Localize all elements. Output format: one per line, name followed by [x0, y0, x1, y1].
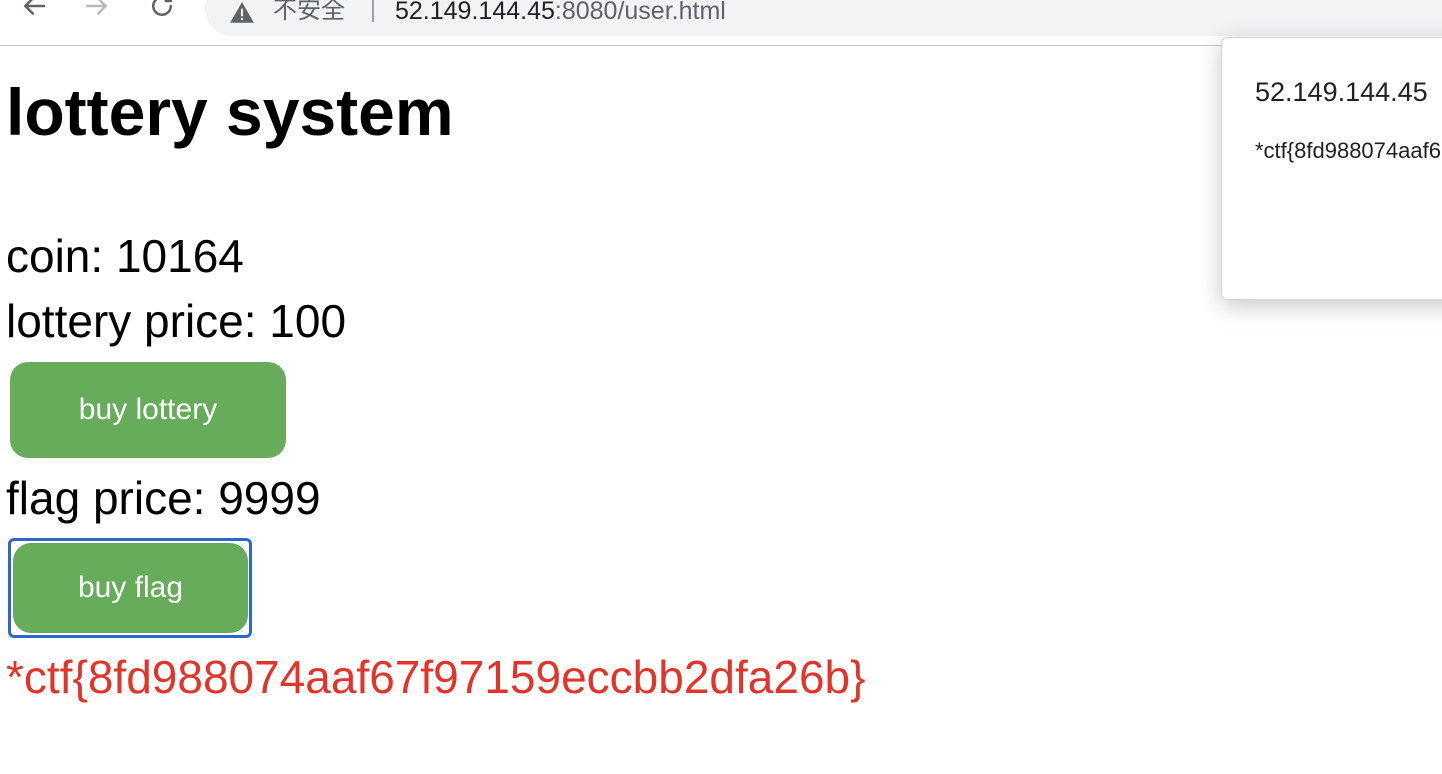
- coin-balance: coin: 10164: [6, 230, 244, 282]
- reload-icon: [152, 0, 172, 16]
- forward-button[interactable]: [77, 0, 117, 26]
- dialog-message: *ctf{8fd988074aaf67f97159eccbb2dfa26b}: [1255, 138, 1442, 163]
- address-bar[interactable]: 不安全 52.149.144.45:8080/user.html: [205, 0, 1442, 36]
- arrow-right-icon: [85, 0, 107, 15]
- back-button[interactable]: [14, 0, 54, 26]
- url-path: :8080/user.html: [554, 0, 726, 25]
- lottery-price: lottery price: 100: [6, 295, 347, 347]
- alert-dialog: 52.149.144.45 *ctf{8fd988074aaf67f97159e…: [1221, 37, 1442, 300]
- insecure-label[interactable]: 不安全: [273, 0, 345, 25]
- warning-icon[interactable]: [229, 0, 255, 26]
- arrow-left-icon: [24, 0, 46, 15]
- buy-lottery-button[interactable]: buy lottery: [10, 362, 286, 458]
- url-host: 52.149.144.45: [395, 0, 555, 25]
- reload-button[interactable]: [142, 0, 182, 26]
- omnibox-separator: [372, 0, 374, 22]
- buy-flag-button[interactable]: buy flag: [13, 543, 248, 633]
- dialog-origin: 52.149.144.45: [1255, 77, 1428, 107]
- url-text[interactable]: 52.149.144.45:8080/user.html: [395, 0, 726, 26]
- flag-price: flag price: 9999: [6, 472, 321, 524]
- page-title: lottery system: [6, 75, 454, 149]
- flag-result-text: *ctf{8fd988074aaf67f97159eccbb2dfa26b}: [6, 651, 866, 703]
